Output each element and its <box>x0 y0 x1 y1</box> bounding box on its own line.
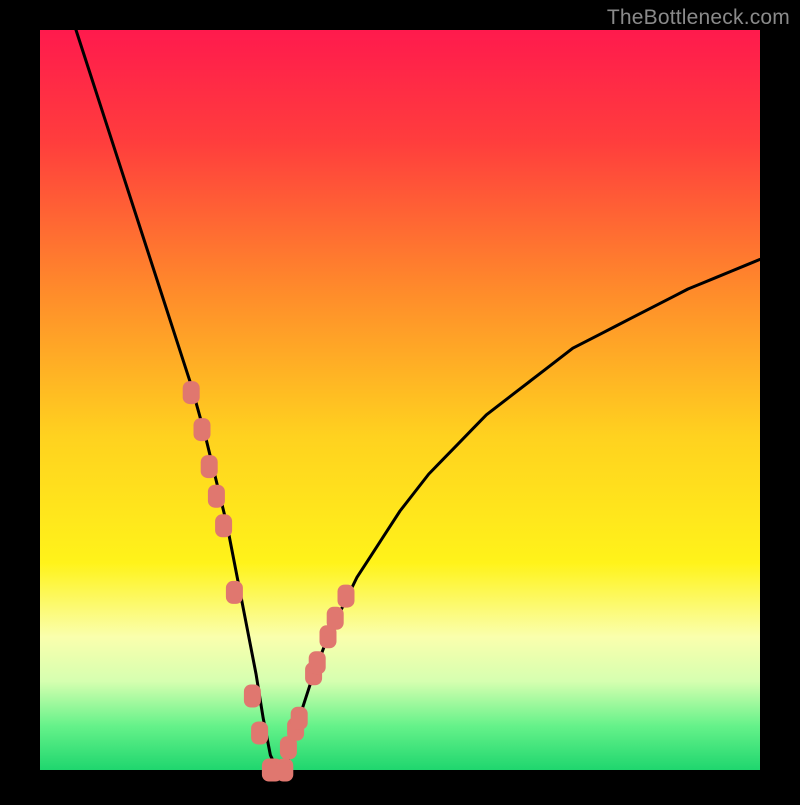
curve-marker <box>226 581 243 604</box>
chart-svg <box>0 0 800 800</box>
watermark-label: TheBottleneck.com <box>607 6 790 30</box>
curve-marker <box>201 455 218 478</box>
curve-marker <box>215 514 232 537</box>
curve-marker <box>183 381 200 404</box>
curve-marker <box>251 722 268 745</box>
bottleneck-chart: TheBottleneck.com <box>0 0 800 800</box>
curve-marker <box>291 707 308 730</box>
curve-marker <box>309 651 326 674</box>
curve-marker <box>327 607 344 630</box>
curve-marker <box>244 685 261 708</box>
plot-area <box>40 30 760 770</box>
curve-marker <box>338 585 355 608</box>
curve-marker <box>208 485 225 508</box>
curve-marker <box>276 759 293 782</box>
curve-marker <box>194 418 211 441</box>
